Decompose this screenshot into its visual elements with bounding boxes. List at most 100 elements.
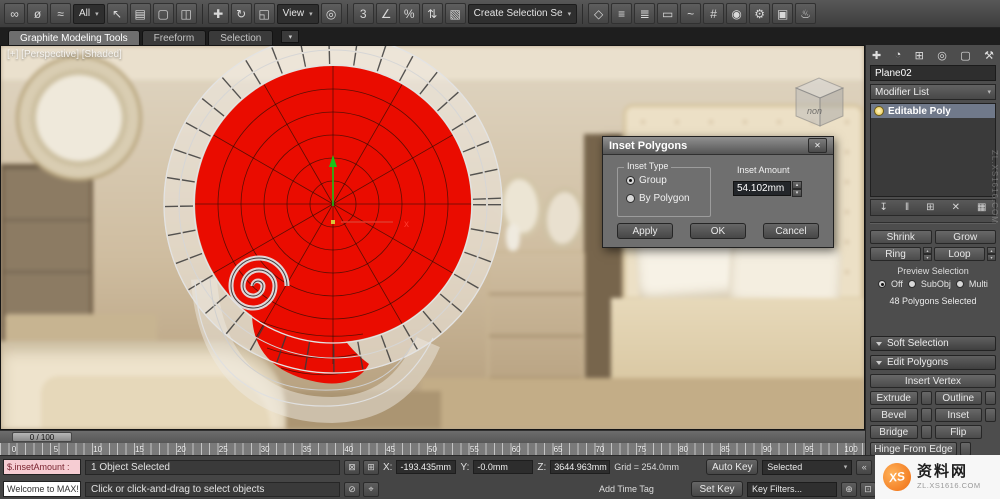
selection-set-key-dropdown[interactable]: Selected ▾ (762, 459, 853, 475)
select-and-link-icon[interactable]: ∞ (4, 3, 25, 24)
create-tab-icon[interactable]: ✚ (872, 49, 881, 62)
time-slider-handle[interactable]: 0 / 100 (12, 432, 72, 442)
modifier-visibility-icon[interactable] (874, 106, 884, 116)
select-by-name-icon[interactable]: ▤ (129, 3, 151, 24)
insert-vertex-button[interactable]: Insert Vertex (870, 374, 996, 388)
preview-off-radio[interactable] (878, 280, 887, 288)
select-object-icon[interactable]: ↖ (106, 3, 128, 24)
isolate-selection-icon[interactable]: ⊘ (344, 481, 360, 497)
preview-multi-radio[interactable] (955, 280, 964, 288)
extrude-button[interactable]: Extrude (870, 391, 918, 405)
bevel-settings-button[interactable] (920, 408, 932, 422)
shrink-button[interactable]: Shrink (870, 230, 932, 244)
loop-spinner[interactable]: ▴ ▾ (987, 247, 996, 261)
modifier-stack-item-editable-poly[interactable]: Editable Poly (871, 104, 995, 118)
bridge-button[interactable]: Bridge (870, 425, 918, 439)
named-selection-sets-dropdown[interactable]: Create Selection Se ▾ (467, 3, 578, 24)
utilities-tab-icon[interactable]: ⚒ (984, 49, 994, 62)
schematic-view-icon[interactable]: # (703, 3, 725, 24)
spinner-down-icon[interactable]: ▾ (987, 254, 996, 261)
align-icon[interactable]: ≡ (611, 3, 633, 24)
auto-key-button[interactable]: Auto Key (706, 459, 759, 475)
percent-snap-icon[interactable]: % (398, 3, 420, 24)
make-unique-icon[interactable]: ⊞ (926, 202, 934, 213)
grow-button[interactable]: Grow (934, 230, 996, 244)
use-pivot-center-icon[interactable]: ◎ (320, 3, 342, 24)
pin-stack-icon[interactable]: ↧ (880, 202, 888, 213)
hinge-from-edge-button[interactable]: Hinge From Edge (870, 442, 957, 456)
spinner-up-icon[interactable]: ▴ (792, 181, 802, 189)
viewport-label[interactable]: [+] [Perspective] [Shaded] (7, 49, 122, 60)
key-filters-button[interactable]: Key Filters... (747, 481, 837, 497)
extrude-settings-button[interactable] (920, 391, 932, 405)
maxscript-mini-listener-output[interactable]: Welcome to MAX! (3, 481, 81, 497)
hinge-from-edge-settings-button[interactable] (959, 442, 971, 456)
unlink-selection-icon[interactable]: ø (27, 3, 48, 24)
motion-tab-icon[interactable]: ◎ (937, 49, 947, 62)
absolute-mode-icon[interactable]: ⊞ (363, 459, 379, 475)
window-crossing-icon[interactable]: ◫ (175, 3, 197, 24)
select-and-scale-icon[interactable]: ◱ (253, 3, 275, 24)
edit-named-sets-icon[interactable]: ▧ (444, 3, 466, 24)
angle-snap-icon[interactable]: ∠ (375, 3, 397, 24)
display-tab-icon[interactable]: ▢ (960, 49, 970, 62)
render-setup-icon[interactable]: ⚙ (749, 3, 771, 24)
outline-button[interactable]: Outline (934, 391, 982, 405)
zoom-icon[interactable]: ⊕ (841, 481, 857, 497)
selection-lock-icon[interactable]: ⊠ (344, 459, 360, 475)
add-time-tag[interactable]: Add Time Tag (599, 484, 687, 494)
snaps-toggle-icon[interactable]: 3 (352, 3, 374, 24)
modifier-list-dropdown[interactable]: Modifier List ▾ (870, 84, 996, 100)
inset-amount-field[interactable]: 54.102mm (733, 181, 791, 196)
bridge-settings-button[interactable] (920, 425, 932, 439)
configure-modifier-sets-icon[interactable]: ▦ (977, 202, 986, 213)
zoom-extents-icon[interactable]: ⊡ (860, 481, 876, 497)
object-name-field[interactable]: Plane02 (870, 65, 996, 81)
spinner-down-icon[interactable]: ▾ (923, 254, 932, 261)
preview-subobj-radio[interactable] (907, 280, 916, 288)
set-key-button[interactable]: Set Key (691, 481, 743, 497)
dialog-title-bar[interactable]: Inset Polygons ✕ (603, 137, 833, 155)
mirror-icon[interactable]: ◇ (588, 3, 610, 24)
loop-button[interactable]: Loop (934, 247, 985, 261)
ribbon-toggle-icon[interactable]: ▭ (657, 3, 679, 24)
go-to-start-icon[interactable]: « (856, 459, 873, 475)
close-icon[interactable]: ✕ (808, 138, 827, 153)
by-polygon-radio[interactable] (626, 194, 635, 203)
maxscript-mini-listener-macro[interactable]: $.insetAmount : (3, 459, 81, 475)
cancel-button[interactable]: Cancel (763, 223, 819, 239)
hierarchy-tab-icon[interactable]: ⊞ (915, 49, 924, 62)
flip-button[interactable]: Flip (934, 425, 982, 439)
y-coordinate-field[interactable]: -0.0mm (473, 460, 534, 474)
selection-filter-dropdown[interactable]: All ▾ (73, 3, 105, 24)
reference-coordinate-dropdown[interactable]: View ▾ (276, 3, 319, 24)
remove-modifier-icon[interactable]: ✕ (952, 202, 960, 213)
apply-button[interactable]: Apply (617, 223, 673, 239)
modify-tab-icon[interactable]: ◔ (895, 49, 902, 61)
select-and-move-icon[interactable]: ✚ (207, 3, 229, 24)
tab-graphite-modeling-tools[interactable]: Graphite Modeling Tools (8, 30, 140, 45)
tab-selection[interactable]: Selection (208, 30, 274, 45)
selection-region-icon[interactable]: ▢ (152, 3, 174, 24)
spinner-up-icon[interactable]: ▴ (987, 247, 996, 254)
spinner-snap-icon[interactable]: ⇅ (421, 3, 443, 24)
inset-amount-spinner[interactable]: ▴ ▾ (792, 181, 802, 197)
ribbon-minimize-icon[interactable]: ▾ (281, 30, 300, 43)
z-coordinate-field[interactable]: 3644.963mm (550, 460, 611, 474)
spinner-up-icon[interactable]: ▴ (923, 247, 932, 254)
edit-polygons-rollout[interactable]: Edit Polygons (870, 355, 996, 370)
offset-mode-icon[interactable]: ⌖ (363, 481, 379, 497)
inset-button[interactable]: Inset (934, 408, 982, 422)
viewcube[interactable]: non (794, 77, 845, 127)
material-editor-icon[interactable]: ◉ (726, 3, 748, 24)
render-production-icon[interactable]: ♨ (795, 3, 817, 24)
x-coordinate-field[interactable]: -193.435mm (396, 460, 457, 474)
rendered-frame-icon[interactable]: ▣ (772, 3, 794, 24)
outline-settings-button[interactable] (985, 391, 996, 405)
show-end-result-icon[interactable]: ‖ (905, 202, 909, 213)
soft-selection-rollout[interactable]: Soft Selection (870, 336, 996, 351)
ring-spinner[interactable]: ▴ ▾ (923, 247, 932, 261)
select-and-rotate-icon[interactable]: ↻ (230, 3, 252, 24)
ok-button[interactable]: OK (690, 223, 746, 239)
layer-manager-icon[interactable]: ≣ (634, 3, 656, 24)
